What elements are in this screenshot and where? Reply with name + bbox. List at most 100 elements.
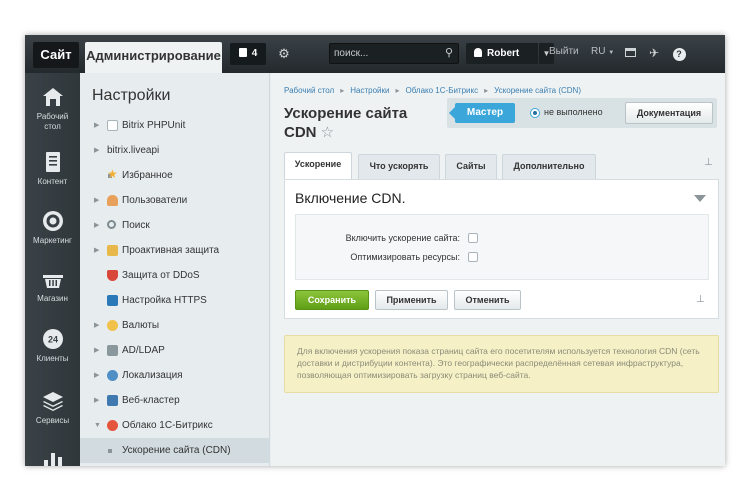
documentation-button[interactable]: Документация (625, 102, 713, 124)
nav-item-users[interactable]: ▶ Пользователи (80, 188, 270, 213)
language-select[interactable]: RU ▼ (591, 46, 614, 57)
admin-tab[interactable]: Администрирование (85, 42, 222, 73)
https-icon (107, 295, 118, 306)
collapse-icon[interactable]: ▼ (94, 413, 101, 438)
tab-sites[interactable]: Сайты (445, 154, 497, 179)
expand-icon[interactable]: ▶ (94, 388, 99, 413)
bar-chart-icon (43, 453, 62, 466)
coin-icon (107, 320, 118, 331)
breadcrumb-item[interactable]: Настройки (350, 86, 389, 95)
nav-item-cdn[interactable]: Ускорение сайта (CDN) (80, 438, 270, 463)
layers-icon (42, 392, 63, 411)
optimize-resources-checkbox[interactable] (468, 252, 478, 262)
chevron-down-icon: ▼ (608, 50, 615, 56)
favorite-star-icon[interactable]: ☆ (321, 124, 334, 141)
nav-item-phpunit[interactable]: ▶ Bitrix PHPUnit (80, 113, 270, 138)
cancel-button[interactable]: Отменить (454, 290, 521, 310)
window-icon[interactable] (622, 45, 638, 61)
breadcrumb-item[interactable]: Ускорение сайта (CDN) (494, 86, 581, 95)
nav-item-localization[interactable]: ▶ Локализация (80, 363, 270, 388)
nav-item-https[interactable]: Настройка HTTPS (80, 288, 270, 313)
enable-cdn-checkbox[interactable] (468, 233, 478, 243)
page-icon (107, 120, 118, 131)
menu-marketing[interactable]: Маркетинг (25, 209, 80, 245)
menu-services-label: Сервисы (35, 416, 70, 425)
field-optimize-resources: Оптимизировать ресурсы: (296, 249, 710, 267)
gear-icon[interactable]: ⚙ (274, 44, 294, 64)
nav-item-webcluster[interactable]: ▶ Веб-кластер (80, 388, 270, 413)
tab-what-to-accelerate[interactable]: Что ускорять (358, 154, 440, 179)
nav-item-ldap[interactable]: ▶ AD/LDAP (80, 338, 270, 363)
menu-shop-label: Магазин (37, 294, 68, 303)
lock-icon (107, 245, 118, 256)
notifications-button[interactable]: 4 (230, 43, 266, 65)
menu-content-label: Контент (37, 177, 68, 186)
nav-item-search[interactable]: ▶ Поиск (80, 213, 270, 238)
user-menu[interactable]: Robert (466, 43, 538, 64)
pin-icon[interactable]: ⊥ (704, 157, 713, 168)
server-icon (107, 345, 118, 356)
expand-icon[interactable]: ▶ (94, 338, 99, 363)
expand-icon[interactable]: ▶ (94, 188, 99, 213)
notification-icon (238, 48, 247, 57)
magnifier-icon (107, 220, 116, 229)
site-tab[interactable]: Сайт (33, 42, 79, 68)
field-enable-cdn: Включить ускорение сайта: (296, 230, 710, 248)
star-icon: ★ (107, 167, 118, 181)
panel-title: Включение CDN. (295, 190, 406, 206)
user-icon (107, 195, 118, 206)
menu-shop[interactable]: Магазин (25, 267, 80, 303)
save-button[interactable]: Сохранить (295, 290, 369, 310)
pin-icon[interactable]: ⊥ (696, 294, 705, 305)
menu-services[interactable]: Сервисы (25, 389, 80, 425)
nav-item-liveapi[interactable]: ▶ bitrix.liveapi (80, 138, 270, 163)
search-input[interactable] (334, 46, 434, 61)
nav-item-label: Ускорение сайта (CDN) (122, 445, 231, 456)
nav-item-currency[interactable]: ▶ Валюты (80, 313, 270, 338)
nav-item-ddos[interactable]: Защита от DDoS (80, 263, 270, 288)
page-title-block: Ускорение сайта CDN ☆ (284, 104, 434, 142)
menu-desktop[interactable]: Рабочий стол (25, 85, 80, 132)
breadcrumb: Рабочий стол ▸ Настройки ▸ Облако 1С-Битрикс… (284, 86, 581, 95)
menu-analytics[interactable] (25, 448, 80, 466)
breadcrumb-separator: ▸ (395, 86, 400, 95)
help-icon[interactable]: ? (671, 45, 687, 61)
status-text: не выполнено (544, 107, 603, 117)
nav-item-label: Bitrix PHPUnit (122, 120, 186, 131)
search-icon[interactable]: ⚲ (445, 46, 453, 59)
tab-additional[interactable]: Дополнительно (502, 154, 596, 179)
search-box[interactable]: ⚲ (329, 43, 459, 64)
tab-acceleration[interactable]: Ускорение (284, 152, 352, 179)
language-value: RU (591, 46, 606, 57)
nav-item-proactive[interactable]: ▶ Проактивная защита (80, 238, 270, 263)
breadcrumb-item[interactable]: Облако 1С-Битрикс (405, 86, 478, 95)
nav-title: Настройки (92, 87, 171, 104)
expand-icon[interactable]: ▶ (94, 138, 99, 163)
logout-link[interactable]: Выйти (549, 46, 579, 57)
target-icon (42, 211, 63, 231)
master-button[interactable]: Мастер (449, 103, 515, 123)
nav-item-label: Веб-кластер (122, 395, 180, 406)
nav-item-bitrix-cloud[interactable]: ▼ Облако 1С-Битрикс (80, 413, 270, 438)
user-icon (474, 48, 482, 57)
pin-icon[interactable]: ✈ (646, 45, 662, 61)
expand-icon[interactable]: ▶ (94, 238, 99, 263)
nav-item-label: Поиск (122, 220, 150, 231)
breadcrumb-separator: ▸ (340, 86, 345, 95)
cdn-form: Включить ускорение сайта: Оптимизировать… (295, 214, 709, 280)
bullet-icon (108, 449, 112, 453)
nav-item-label: Защита от DDoS (122, 270, 200, 281)
expand-icon[interactable]: ▶ (94, 313, 99, 338)
document-icon (45, 152, 60, 172)
expand-icon[interactable]: ▶ (94, 363, 99, 388)
collapse-icon[interactable] (694, 195, 706, 202)
nav-item-favorites[interactable]: ★ Избранное (80, 163, 270, 188)
expand-icon[interactable]: ▶ (94, 113, 99, 138)
menu-clients[interactable]: 24 Клиенты (25, 327, 80, 363)
nav-item-label: Пользователи (122, 195, 188, 206)
apply-button[interactable]: Применить (375, 290, 448, 310)
expand-icon[interactable]: ▶ (94, 213, 99, 238)
breadcrumb-item[interactable]: Рабочий стол (284, 86, 334, 95)
menu-content[interactable]: Контент (25, 150, 80, 186)
tab-bar: Ускорение Что ускорять Сайты Дополнитель… (284, 152, 714, 179)
